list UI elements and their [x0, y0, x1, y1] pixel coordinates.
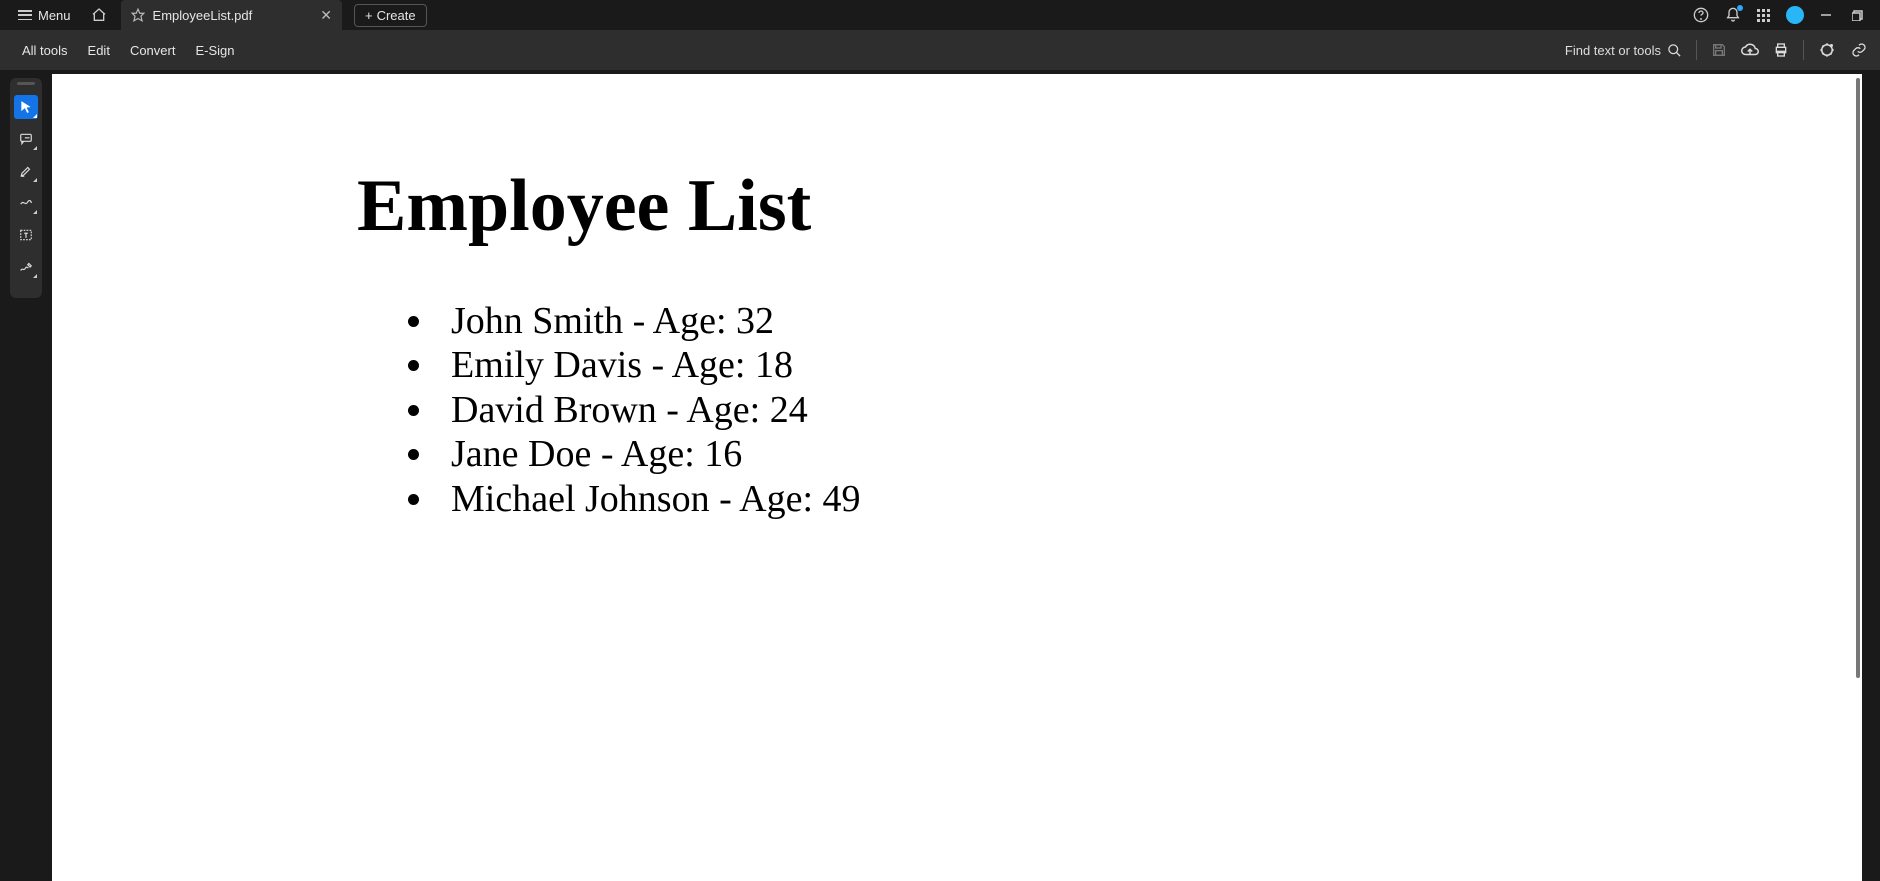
tab-close-button[interactable]: ✕: [320, 7, 332, 24]
sparkle-gear-icon: [1818, 41, 1836, 59]
menu-edit[interactable]: Edit: [78, 37, 120, 64]
share-link-button[interactable]: [1850, 42, 1868, 58]
titlebar: Menu EmployeeList.pdf ✕ + Create: [0, 0, 1880, 30]
signature-icon: [19, 260, 33, 274]
separator: [1696, 40, 1697, 60]
find-label: Find text or tools: [1565, 43, 1661, 58]
side-toolbar: [10, 78, 42, 298]
cursor-icon: [19, 100, 33, 114]
cloud-upload-button[interactable]: [1741, 42, 1759, 58]
employee-list: John Smith - Age: 32Emily Davis - Age: 1…: [357, 299, 1862, 521]
create-button[interactable]: + Create: [354, 4, 427, 27]
employee-item: John Smith - Age: 32: [437, 299, 1862, 343]
select-tool[interactable]: [14, 95, 38, 119]
sign-tool[interactable]: [14, 255, 38, 279]
document-title: Employee List: [357, 164, 1862, 249]
plus-icon: +: [365, 8, 373, 23]
menu-label: Menu: [38, 8, 71, 23]
minimize-icon: [1820, 9, 1832, 21]
maximize-button[interactable]: [1852, 9, 1868, 21]
help-icon: [1693, 7, 1709, 23]
apps-button[interactable]: [1757, 9, 1770, 22]
comment-tool[interactable]: [14, 127, 38, 151]
toolbar-grip[interactable]: [17, 82, 35, 85]
help-button[interactable]: [1693, 7, 1709, 23]
comment-icon: [19, 132, 33, 146]
text-box-icon: [19, 228, 33, 242]
tab-title: EmployeeList.pdf: [153, 8, 253, 23]
home-button[interactable]: [87, 3, 111, 27]
avatar[interactable]: [1786, 6, 1804, 24]
ai-assist-button[interactable]: [1818, 41, 1836, 59]
employee-item: Jane Doe - Age: 16: [437, 432, 1862, 476]
document-tab[interactable]: EmployeeList.pdf ✕: [121, 0, 342, 30]
document-content: Employee List John Smith - Age: 32Emily …: [52, 74, 1862, 521]
link-icon: [1850, 42, 1868, 58]
cloud-upload-icon: [1741, 42, 1759, 58]
print-button[interactable]: [1773, 42, 1789, 58]
save-button[interactable]: [1711, 42, 1727, 58]
menu-all-tools[interactable]: All tools: [12, 37, 78, 64]
grid-icon: [1757, 9, 1770, 22]
search-icon: [1667, 43, 1682, 58]
minimize-button[interactable]: [1820, 9, 1836, 21]
employee-item: Emily Davis - Age: 18: [437, 343, 1862, 387]
draw-icon: [19, 196, 33, 210]
create-label: Create: [377, 8, 416, 23]
hamburger-icon: [18, 10, 32, 20]
employee-item: David Brown - Age: 24: [437, 388, 1862, 432]
document-page[interactable]: Employee List John Smith - Age: 32Emily …: [52, 74, 1862, 881]
star-icon: [131, 8, 145, 22]
menu-convert[interactable]: Convert: [120, 37, 186, 64]
draw-tool[interactable]: [14, 191, 38, 215]
highlighter-icon: [19, 164, 33, 178]
employee-item: Michael Johnson - Age: 49: [437, 477, 1862, 521]
home-icon: [91, 7, 107, 23]
toolbar: All tools Edit Convert E-Sign Find text …: [0, 30, 1880, 70]
maximize-icon: [1852, 9, 1864, 21]
notification-dot: [1737, 5, 1743, 11]
main-area: Employee List John Smith - Age: 32Emily …: [0, 70, 1880, 881]
menu-esign[interactable]: E-Sign: [185, 37, 244, 64]
scrollbar[interactable]: [1856, 78, 1860, 678]
separator: [1803, 40, 1804, 60]
highlight-tool[interactable]: [14, 159, 38, 183]
save-icon: [1711, 42, 1727, 58]
find-button[interactable]: Find text or tools: [1565, 43, 1682, 58]
print-icon: [1773, 42, 1789, 58]
notifications-button[interactable]: [1725, 7, 1741, 23]
text-tool[interactable]: [14, 223, 38, 247]
menu-button[interactable]: Menu: [12, 4, 77, 27]
